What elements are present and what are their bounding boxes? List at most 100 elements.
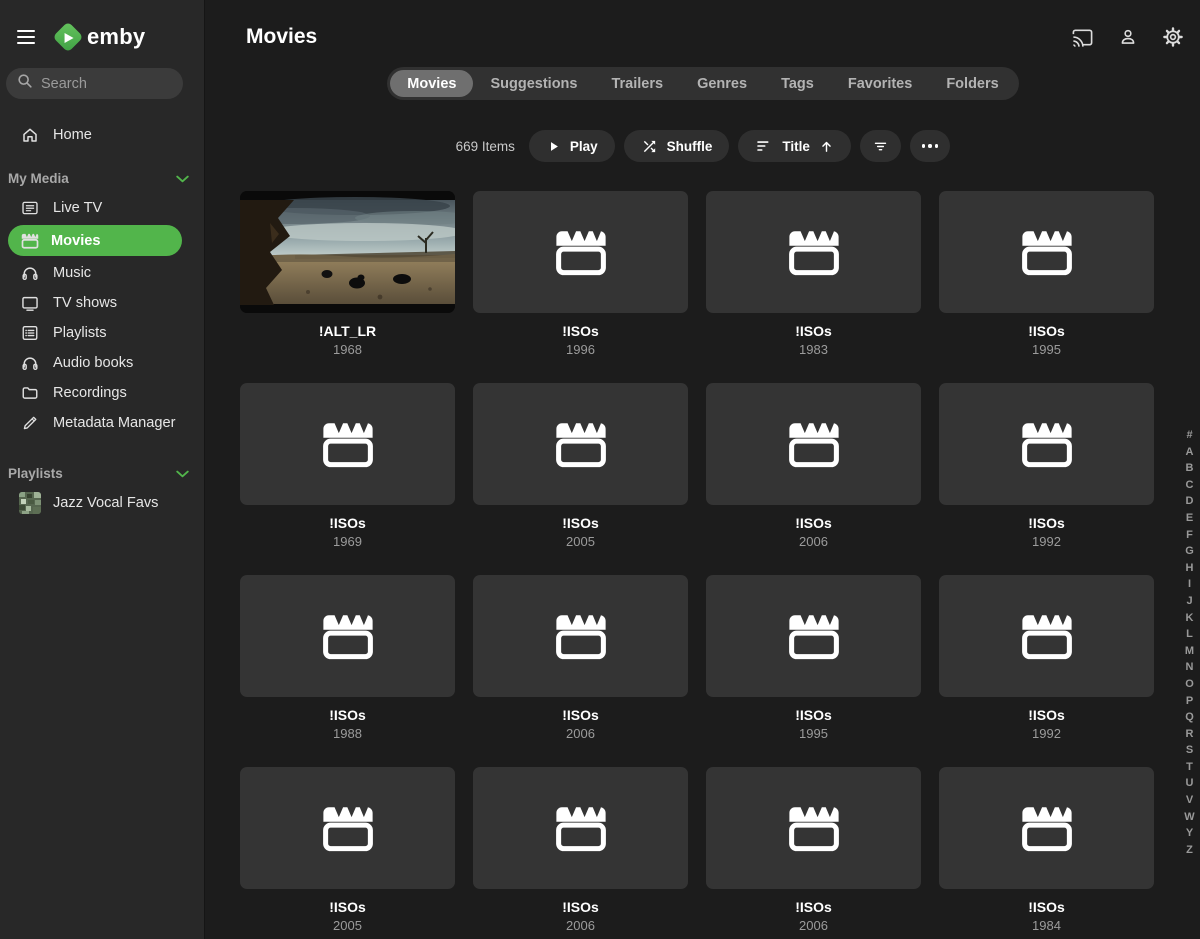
alpha-picker: #ABCDEFGHIJKLMNOPQRSTUVWYZ: [1182, 427, 1197, 858]
alpha-letter-d[interactable]: D: [1186, 493, 1194, 510]
sidebar-item-home[interactable]: Home: [0, 121, 204, 148]
movie-card[interactable]: !ISOs1969: [240, 383, 455, 549]
alpha-letter-r[interactable]: R: [1186, 726, 1194, 743]
alpha-letter-b[interactable]: B: [1186, 460, 1194, 477]
movie-title: !ISOs: [939, 707, 1154, 723]
main-content: Movies MoviesSuggestionsTrailersGenresTa…: [206, 0, 1200, 939]
movie-thumbnail-placeholder[interactable]: [706, 767, 921, 889]
movie-thumbnail-placeholder[interactable]: [473, 383, 688, 505]
alpha-letter-i[interactable]: I: [1188, 576, 1191, 593]
alpha-letter-t[interactable]: T: [1186, 759, 1193, 776]
movie-thumbnail-placeholder[interactable]: [939, 575, 1154, 697]
sidebar-item-recordings[interactable]: Recordings: [0, 378, 204, 408]
sidebar-section-my-media[interactable]: My Media: [0, 163, 204, 193]
section-title: Playlists: [8, 466, 63, 481]
alpha-letter-g[interactable]: G: [1185, 543, 1194, 560]
alpha-letter-l[interactable]: L: [1186, 626, 1193, 643]
section-title: My Media: [8, 171, 69, 186]
sort-button[interactable]: Title: [738, 130, 851, 162]
movie-thumbnail-placeholder[interactable]: [706, 575, 921, 697]
alpha-letter-n[interactable]: N: [1186, 659, 1194, 676]
settings-icon[interactable]: [1162, 26, 1184, 48]
movie-thumbnail-placeholder[interactable]: [473, 767, 688, 889]
alpha-letter-e[interactable]: E: [1186, 510, 1193, 527]
alpha-letter-hash[interactable]: #: [1186, 427, 1192, 444]
movie-clapper-icon: [554, 805, 608, 852]
emby-logo: emby: [53, 22, 145, 52]
sidebar-item-music[interactable]: Music: [0, 258, 204, 288]
alpha-letter-m[interactable]: M: [1185, 643, 1194, 660]
movie-card[interactable]: !ISOs1995: [939, 191, 1154, 357]
sidebar-item-tv-shows[interactable]: TV shows: [0, 288, 204, 318]
alpha-letter-z[interactable]: Z: [1186, 842, 1193, 859]
movie-thumbnail-placeholder[interactable]: [240, 383, 455, 505]
alpha-letter-a[interactable]: A: [1186, 444, 1194, 461]
sidebar-item-movies[interactable]: Movies: [8, 225, 182, 256]
movie-thumbnail-placeholder[interactable]: [706, 383, 921, 505]
alpha-letter-h[interactable]: H: [1186, 560, 1194, 577]
alpha-letter-v[interactable]: V: [1186, 792, 1193, 809]
movie-card[interactable]: !ISOs1992: [939, 383, 1154, 549]
movie-card[interactable]: !ISOs2006: [473, 575, 688, 741]
alpha-letter-p[interactable]: P: [1186, 693, 1193, 710]
sidebar-item-metadata-manager[interactable]: Metadata Manager: [0, 408, 204, 438]
tab-trailers[interactable]: Trailers: [594, 67, 680, 100]
sidebar-item-playlists[interactable]: Playlists: [0, 318, 204, 348]
movie-thumbnail-placeholder[interactable]: [473, 191, 688, 313]
play-button[interactable]: Play: [529, 130, 615, 162]
shuffle-button-label: Shuffle: [667, 139, 713, 154]
sidebar-item-jazz-vocal-favs[interactable]: Jazz Vocal Favs: [0, 488, 204, 518]
tab-folders[interactable]: Folders: [929, 67, 1015, 100]
sidebar-item-audio-books[interactable]: Audio books: [0, 348, 204, 378]
movie-title: !ISOs: [240, 899, 455, 915]
movie-card[interactable]: !ISOs2006: [706, 767, 921, 933]
tab-genres[interactable]: Genres: [680, 67, 764, 100]
movie-thumbnail-placeholder[interactable]: [706, 191, 921, 313]
movie-card[interactable]: !ISOs1995: [706, 575, 921, 741]
movie-thumbnail-placeholder[interactable]: [240, 575, 455, 697]
sidebar-section-playlists[interactable]: Playlists: [0, 458, 204, 488]
more-button[interactable]: [910, 130, 951, 162]
tab-movies[interactable]: Movies: [390, 70, 473, 97]
movie-card[interactable]: !ISOs1992: [939, 575, 1154, 741]
movie-card[interactable]: !ISOs1996: [473, 191, 688, 357]
tab-tags[interactable]: Tags: [764, 67, 831, 100]
movie-card[interactable]: !ISOs1984: [939, 767, 1154, 933]
movie-card[interactable]: !ISOs2005: [473, 383, 688, 549]
movie-thumbnail-placeholder[interactable]: [939, 191, 1154, 313]
movie-year: 2005: [240, 918, 455, 933]
alpha-letter-y[interactable]: Y: [1186, 825, 1193, 842]
alpha-letter-j[interactable]: J: [1186, 593, 1192, 610]
cast-icon[interactable]: [1071, 26, 1094, 49]
movie-thumbnail-placeholder[interactable]: [240, 767, 455, 889]
movie-card[interactable]: !ISOs1983: [706, 191, 921, 357]
tab-suggestions[interactable]: Suggestions: [473, 67, 594, 100]
user-icon[interactable]: [1118, 27, 1138, 47]
search-input[interactable]: [41, 76, 172, 92]
movie-thumbnail-image[interactable]: [240, 191, 455, 313]
movie-card[interactable]: !ISOs1988: [240, 575, 455, 741]
movie-thumbnail-placeholder[interactable]: [939, 767, 1154, 889]
alpha-letter-o[interactable]: O: [1185, 676, 1194, 693]
tab-favorites[interactable]: Favorites: [831, 67, 929, 100]
alpha-letter-k[interactable]: K: [1186, 610, 1194, 627]
movie-card[interactable]: !ALT_LR1968: [240, 191, 455, 357]
movie-card[interactable]: !ISOs2006: [706, 383, 921, 549]
alpha-letter-q[interactable]: Q: [1185, 709, 1194, 726]
alpha-letter-f[interactable]: F: [1186, 527, 1193, 544]
alpha-letter-w[interactable]: W: [1184, 809, 1194, 826]
menu-icon[interactable]: [13, 26, 39, 48]
alpha-letter-c[interactable]: C: [1186, 477, 1194, 494]
sidebar-item-live-tv[interactable]: Live TV: [0, 193, 204, 223]
movie-thumbnail-placeholder[interactable]: [473, 575, 688, 697]
movie-card[interactable]: !ISOs2006: [473, 767, 688, 933]
movie-thumbnail-placeholder[interactable]: [939, 383, 1154, 505]
movie-card[interactable]: !ISOs 2005: [240, 767, 455, 933]
filter-button[interactable]: [860, 130, 901, 162]
movies-icon: [20, 233, 40, 249]
chevron-down-icon: [176, 466, 189, 481]
alpha-letter-u[interactable]: U: [1186, 775, 1194, 792]
shuffle-button[interactable]: Shuffle: [624, 130, 730, 162]
alpha-letter-s[interactable]: S: [1186, 742, 1193, 759]
search-box[interactable]: [6, 68, 183, 99]
